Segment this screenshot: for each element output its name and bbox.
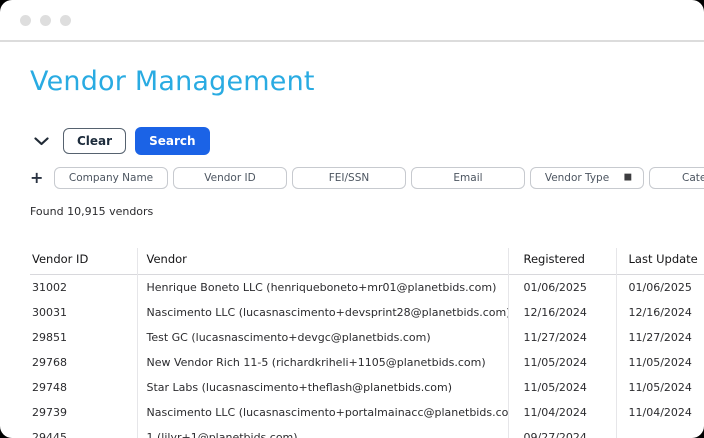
window-control-dot[interactable]: [60, 15, 71, 26]
vendor-cell: Test GC (lucasnascimento+devgc@planetbid…: [137, 325, 508, 350]
table-row[interactable]: 31002 Henrique Boneto LLC (henriquebonet…: [30, 275, 704, 301]
filter-label: FEI/SSN: [329, 172, 370, 184]
registered-cell: 11/04/2024: [508, 400, 616, 425]
registered-cell: 01/06/2025: [508, 275, 616, 301]
clear-button[interactable]: Clear: [63, 128, 126, 154]
last-update-cell: 11/04/2024: [616, 400, 704, 425]
vendor-cell: 1 (lilyr+1@planetbids.com): [137, 425, 508, 438]
table-header-row: Vendor ID Vendor Registered Last Update: [30, 248, 704, 275]
table-row[interactable]: 29768 New Vendor Rich 11-5 (richardkrihe…: [30, 350, 704, 375]
last-update-cell: [616, 425, 704, 438]
registered-cell: 09/27/2024: [508, 425, 616, 438]
table-row[interactable]: 29445 1 (lilyr+1@planetbids.com) 09/27/2…: [30, 425, 704, 438]
table-row[interactable]: 29851 Test GC (lucasnascimento+devgc@pla…: [30, 325, 704, 350]
vendor-cell: Henrique Boneto LLC (henriqueboneto+mr01…: [137, 275, 508, 301]
vendor-id-cell: 29445: [30, 425, 137, 438]
filter-label: Vendor Type: [545, 172, 609, 184]
square-icon: ■: [623, 174, 632, 183]
table-row[interactable]: 29739 Nascimento LLC (lucasnascimento+po…: [30, 400, 704, 425]
search-button[interactable]: Search: [135, 127, 209, 155]
company-name-filter[interactable]: Company Name: [54, 167, 168, 189]
vendor-cell: New Vendor Rich 11-5 (richardkriheli+110…: [137, 350, 508, 375]
last-update-cell: 01/06/2025: [616, 275, 704, 301]
registered-cell: 11/27/2024: [508, 325, 616, 350]
vendor-id-cell: 29739: [30, 400, 137, 425]
chevron-down-icon: [34, 134, 49, 149]
email-filter[interactable]: Email: [411, 167, 525, 189]
category-filter[interactable]: Category: [649, 167, 704, 189]
column-header-vendor[interactable]: Vendor: [137, 248, 508, 275]
vendor-cell: Nascimento LLC (lucasnascimento+portalma…: [137, 400, 508, 425]
fei-ssn-filter[interactable]: FEI/SSN: [292, 167, 406, 189]
window-titlebar: [0, 0, 704, 42]
table-row[interactable]: 30031 Nascimento LLC (lucasnascimento+de…: [30, 300, 704, 325]
registered-cell: 11/05/2024: [508, 375, 616, 400]
vendor-type-filter[interactable]: Vendor Type ■: [530, 167, 644, 189]
add-filter-icon[interactable]: +: [30, 170, 44, 186]
vendor-id-cell: 29768: [30, 350, 137, 375]
column-header-last-update[interactable]: Last Update: [616, 248, 704, 275]
filter-label: Email: [453, 172, 482, 184]
column-header-registered[interactable]: Registered: [508, 248, 616, 275]
registered-cell: 12/16/2024: [508, 300, 616, 325]
window-control-dot[interactable]: [40, 15, 51, 26]
last-update-cell: 11/05/2024: [616, 350, 704, 375]
app-window: Vendor Management Clear Search + Company…: [0, 0, 704, 438]
filter-label: Vendor ID: [204, 172, 255, 184]
collapse-filters-button[interactable]: [32, 132, 50, 150]
vendor-id-cell: 29851: [30, 325, 137, 350]
last-update-cell: 11/27/2024: [616, 325, 704, 350]
search-controls: Clear Search: [30, 127, 704, 155]
table-row[interactable]: 29748 Star Labs (lucasnascimento+theflas…: [30, 375, 704, 400]
last-update-cell: 11/05/2024: [616, 375, 704, 400]
vendor-id-cell: 30031: [30, 300, 137, 325]
vendor-cell: Star Labs (lucasnascimento+theflash@plan…: [137, 375, 508, 400]
filter-label: Category: [682, 172, 704, 184]
window-control-dot[interactable]: [20, 15, 31, 26]
page-title: Vendor Management: [30, 66, 704, 97]
vendor-id-filter[interactable]: Vendor ID: [173, 167, 287, 189]
last-update-cell: 12/16/2024: [616, 300, 704, 325]
vendors-table: Vendor ID Vendor Registered Last Update …: [30, 248, 704, 438]
page-content: Vendor Management Clear Search + Company…: [0, 66, 704, 438]
filter-label: Company Name: [69, 172, 153, 184]
vendor-cell: Nascimento LLC (lucasnascimento+devsprin…: [137, 300, 508, 325]
column-header-vendor-id[interactable]: Vendor ID: [30, 248, 137, 275]
filter-bar: + Company Name Vendor ID FEI/SSN Email V…: [30, 167, 704, 189]
results-count: Found 10,915 vendors: [30, 205, 704, 218]
vendor-id-cell: 29748: [30, 375, 137, 400]
registered-cell: 11/05/2024: [508, 350, 616, 375]
vendor-id-cell: 31002: [30, 275, 137, 301]
